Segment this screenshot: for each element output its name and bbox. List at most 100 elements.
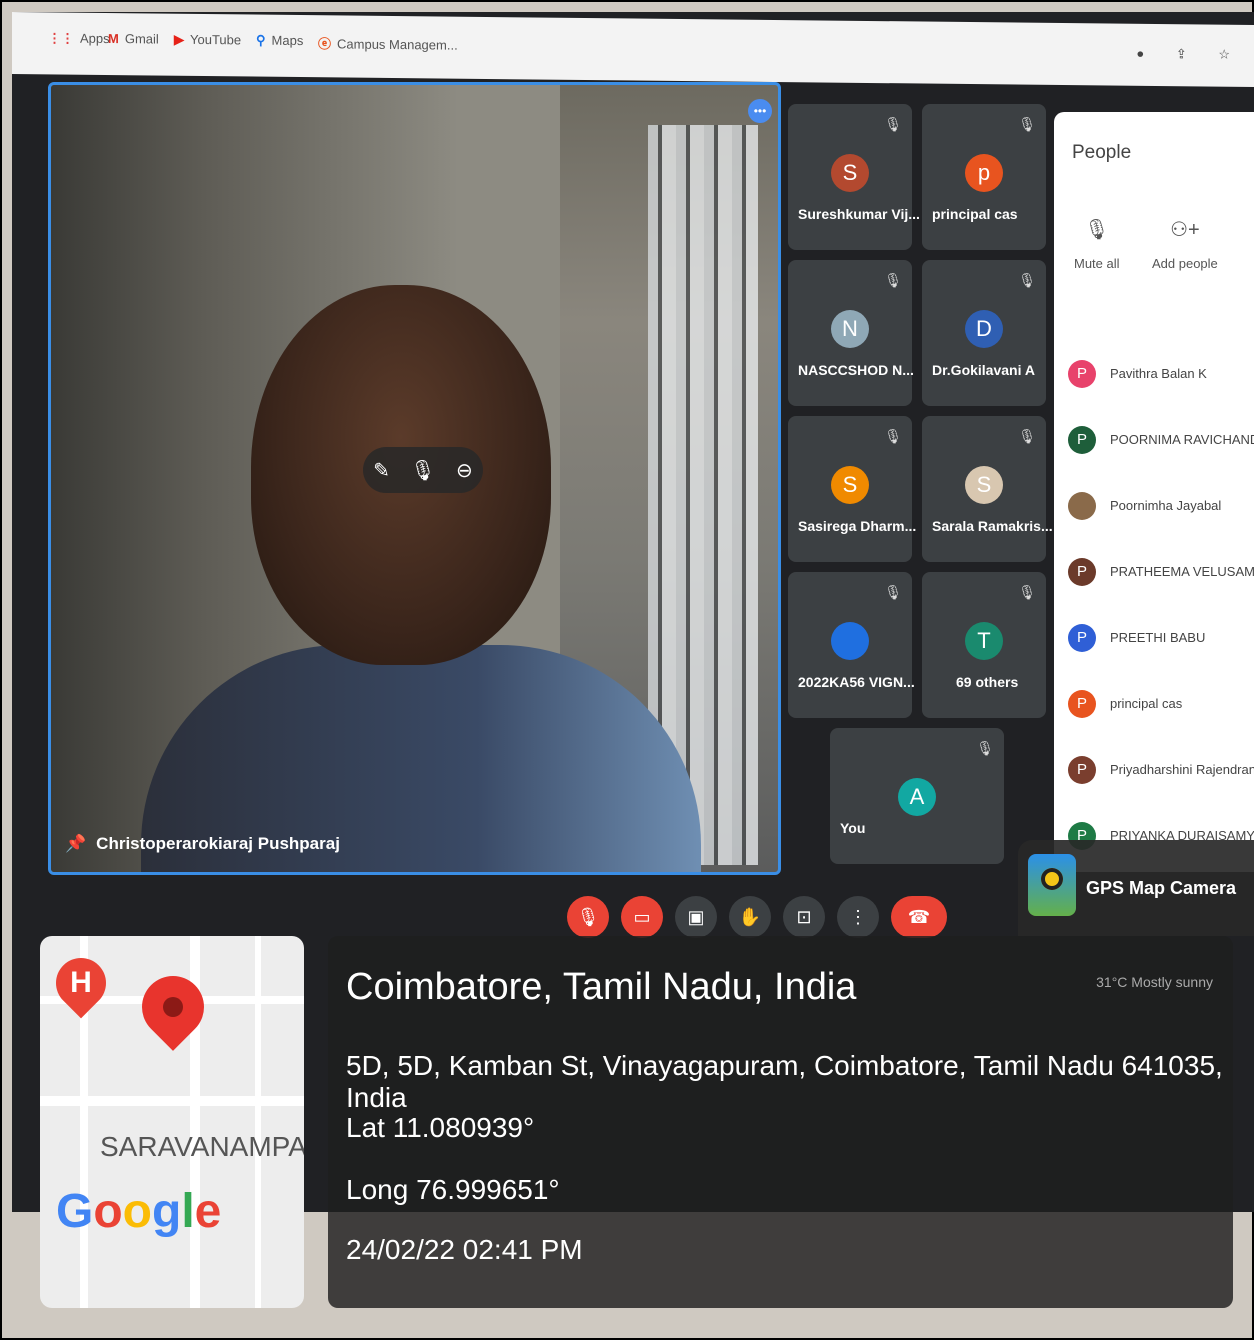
maps-icon: ⚲ [256,32,266,48]
avatar: P [1068,426,1096,454]
avatar: T [965,622,1003,660]
campus-icon: ⓔ [318,36,332,52]
avatar: P [1068,360,1096,388]
location-longitude: Long 76.999651° [346,1174,560,1205]
participant-name: Sasirega Dharm... [798,518,917,534]
remove-icon[interactable]: ⊖ [456,458,473,483]
tile-hover-controls: ✎ 🎙 ⊖ [363,447,483,493]
map-area-label: SARAVANAMPATTI [100,1131,304,1162]
avatar: S [965,466,1003,504]
mic-off-icon: 🎙 [1018,116,1036,132]
mic-off-icon: 🎙 [884,584,902,600]
gmail-icon: M [108,31,119,47]
location-latitude: Lat 11.080939° [346,1112,535,1143]
raise-hand-button[interactable]: ✋ [729,896,771,938]
more-vert-icon: ⋮ [849,907,867,927]
google-logo: Google [56,1185,222,1238]
mic-off-icon: 🎙 [884,116,902,132]
participant-tile[interactable]: 🎙 2022KA56 VIGN... [788,572,915,718]
participant-name: principal cas [932,206,1018,222]
leave-call-button[interactable]: ☎ [891,896,947,938]
avatar: S [831,466,869,504]
present-icon: ⊡ [796,907,812,927]
people-list-item[interactable]: P Priyadharshini Rajendran [1068,752,1254,792]
participant-tile[interactable]: 🎙 N NASCCSHOD N... [788,260,914,406]
participant-name: Sureshkumar Vij... [798,206,920,222]
main-speaker-video[interactable]: ✎ 🎙 ⊖ ••• 📌 Christoperarokiaraj Pushparaj [48,82,781,875]
mic-icon[interactable]: 🎙 [410,458,435,483]
location-info-overlay: Coimbatore, Tamil Nadu, India 31°C Mostl… [328,936,1233,1308]
mic-off-icon: 🎙 [1084,219,1110,241]
taskbar-weather: 31°C Mostly sunny [1096,974,1213,990]
speaking-indicator-icon: ••• [748,99,772,123]
hang-up-icon: ☎ [907,907,931,927]
people-list-item[interactable]: P POORNIMA RAVICHAND... [1068,422,1254,462]
apps-icon: ⋮⋮ [48,30,74,46]
avatar: S [831,154,869,192]
people-list-name: Poornimha Jayabal [1110,498,1222,513]
bookmark-maps[interactable]: ⚲ Maps [256,33,303,49]
people-list-item[interactable]: P PRATHEEMA VELUSAMY [1068,554,1254,594]
pin-icon[interactable]: ✎ [373,458,390,483]
avatar: P [1068,624,1096,652]
people-list-item[interactable]: P Pavithra Balan K [1068,356,1254,396]
people-list-name: principal cas [1110,696,1183,711]
bookmark-campus[interactable]: ⓔ Campus Managem... [318,33,458,53]
location-address: 5D, 5D, Kamban St, Vinayagapuram, Coimba… [346,1050,1223,1113]
bookmark-gmail[interactable]: M Gmail [108,31,159,47]
avatar [831,622,869,660]
people-list-name: Priyadharshini Rajendran [1110,762,1254,777]
gps-map-camera-logo [1028,854,1076,916]
people-list-name: PREETHI BABU [1110,630,1206,645]
people-panel: People 🎙 Mute all ⚇+ Add people P Pavithra … [1054,112,1254,872]
avatar: p [965,154,1003,192]
people-list-name: Pavithra Balan K [1110,366,1207,381]
location-map-thumbnail: H SARAVANAMPATTI Google [40,936,304,1308]
browser-extension-icons[interactable]: ● ⇪ ☆ [1136,46,1244,63]
participant-tile[interactable]: 🎙 A You [830,728,1004,864]
participant-tile[interactable]: 🎙 S Sarala Ramakris... [922,416,1053,562]
gps-app-badge: GPS Map Camera [1018,840,1254,936]
people-list-item[interactable]: P PREETHI BABU [1068,620,1254,660]
mic-off-icon: 🎙 [1018,272,1036,288]
participant-name: NASCCSHOD N... [798,362,914,378]
people-list-name: PRATHEEMA VELUSAMY [1110,564,1254,579]
pin-icon: 📌 [65,834,87,853]
present-button[interactable]: ⊡ [783,896,825,938]
avatar: P [1068,558,1096,586]
location-city: Coimbatore, Tamil Nadu, India [346,966,857,1008]
mic-off-icon: 🎙 [1018,428,1036,444]
participant-tile[interactable]: 🎙 p principal cas [922,104,1046,250]
people-list-item[interactable]: Pprincipal cas [1068,686,1254,726]
bookmark-apps[interactable]: ⋮⋮ Apps [48,30,110,47]
add-person-icon: ⚇+ [1170,219,1200,241]
participant-tile[interactable]: 🎙 D Dr.Gokilavani A [922,260,1046,406]
people-list-item[interactable]: Poornimha Jayabal [1068,488,1254,528]
add-people-button[interactable]: ⚇+ Add people [1152,217,1218,271]
mic-off-icon: 🎙 [576,907,600,927]
people-panel-title: People [1072,142,1132,163]
participant-name: Dr.Gokilavani A [932,362,1035,378]
mic-off-icon: 🎙 [976,740,994,756]
hand-icon: ✋ [738,907,762,927]
mic-toggle-button[interactable]: 🎙 [567,896,609,938]
hospital-marker-icon: H [45,947,117,1019]
bookmark-youtube[interactable]: ▶ YouTube [174,32,241,49]
participant-name: You [840,820,866,836]
participant-name: 2022KA56 VIGN... [798,674,915,690]
location-pin-icon [129,963,217,1051]
people-list-name: POORNIMA RAVICHAND... [1110,432,1254,447]
bookmarks-bar: ⋮⋮ Apps M Gmail ▶ YouTube ⚲ Maps ⓔ Campus Man… [12,12,1254,88]
participant-tile[interactable]: 🎙 T 69 others [922,572,1046,718]
participant-name: Sarala Ramakris... [932,518,1053,534]
mic-off-icon: 🎙 [1018,584,1036,600]
avatar [1068,492,1096,520]
captions-button[interactable]: ▣ [675,896,717,938]
participant-tile[interactable]: 🎙 S Sasirega Dharm... [788,416,916,562]
more-options-button[interactable]: ⋮ [837,896,879,938]
mic-off-icon: 🎙 [884,428,902,444]
mute-all-button[interactable]: 🎙 Mute all [1074,217,1120,271]
participant-tile[interactable]: 🎙 S Sureshkumar Vij... [788,104,920,250]
camera-toggle-button[interactable]: ▭ [621,896,663,938]
participant-name: 69 others [956,674,1019,690]
